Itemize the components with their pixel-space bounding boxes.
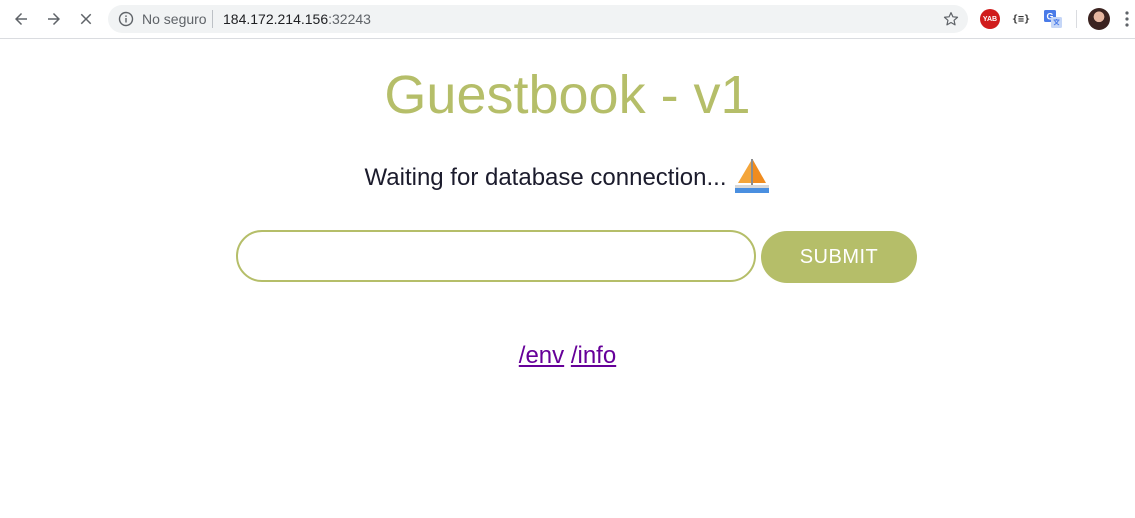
security-label[interactable]: No seguro — [142, 11, 207, 27]
toolbar-divider — [1076, 10, 1077, 28]
avatar[interactable] — [1088, 8, 1110, 30]
status-text: Waiting for database connection... — [364, 164, 727, 191]
forward-icon[interactable] — [42, 7, 66, 31]
translate-icon[interactable]: G — [1043, 9, 1063, 29]
info-icon[interactable] — [118, 11, 134, 27]
info-link[interactable]: /info — [571, 342, 616, 369]
page-title: Guestbook - v1 — [384, 65, 751, 125]
browser-toolbar: No seguro 184.172.214.156:32243 YAB {≡} … — [0, 0, 1135, 39]
submit-button[interactable]: SUBMIT — [761, 231, 917, 283]
yab-extension-icon[interactable]: YAB — [980, 9, 1000, 29]
env-link[interactable]: /env — [519, 342, 564, 369]
menu-icon[interactable] — [1124, 10, 1130, 28]
status-message: Waiting for database connection... — [0, 158, 1135, 199]
url-host: 184.172.214.156 — [223, 11, 329, 27]
url-text[interactable]: 184.172.214.156:32243 — [223, 11, 371, 27]
stop-icon[interactable] — [74, 7, 98, 31]
json-extension-icon[interactable]: {≡} — [1011, 9, 1031, 29]
sailboat-icon — [734, 158, 769, 193]
url-port: :32243 — [328, 11, 371, 27]
guestbook-entry-input[interactable] — [236, 230, 756, 282]
footer-links: /env /info — [0, 340, 1135, 372]
address-bar[interactable]: No seguro 184.172.214.156:32243 — [108, 5, 968, 33]
back-icon[interactable] — [9, 7, 33, 31]
omnibox-divider — [212, 10, 213, 28]
star-icon[interactable] — [942, 10, 960, 28]
